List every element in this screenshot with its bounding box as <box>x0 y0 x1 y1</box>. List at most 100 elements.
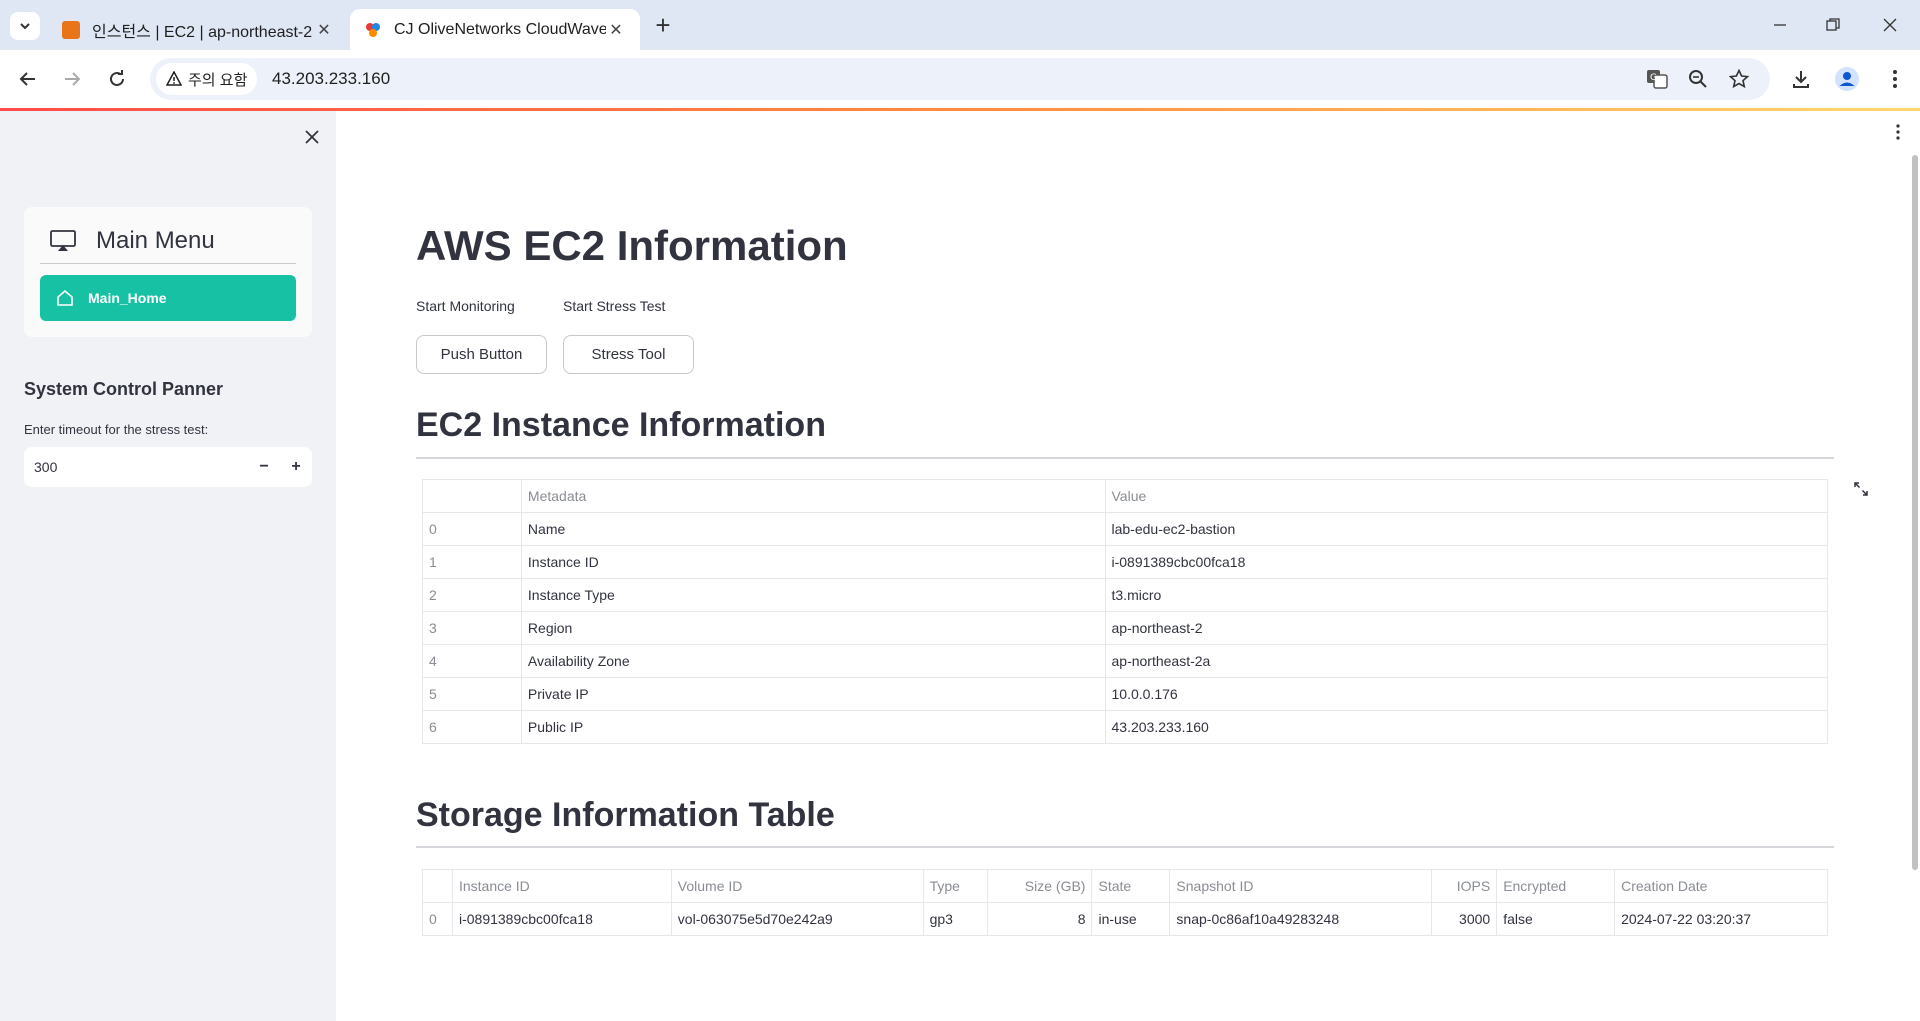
page-scrollbar[interactable] <box>1912 155 1918 870</box>
close-icon[interactable]: ✕ <box>606 20 626 40</box>
house-icon <box>56 289 74 307</box>
table-row: 1 Instance ID i-0891389cbc00fca18 <box>422 545 1828 579</box>
row-index: 4 <box>422 644 522 678</box>
table-cell[interactable]: Region <box>520 611 1106 645</box>
new-tab-button[interactable]: + <box>648 10 678 40</box>
table-cell[interactable]: gp3 <box>922 902 988 936</box>
table-cell[interactable]: 2024-07-22 03:20:37 <box>1614 902 1828 936</box>
push-button[interactable]: Push Button <box>416 335 547 374</box>
page-title: AWS EC2 Information <box>416 222 848 269</box>
tab-title: CJ OliveNetworks CloudWave <box>394 20 606 38</box>
translate-icon[interactable]: G <box>1645 67 1669 91</box>
restore-icon <box>1826 18 1840 31</box>
table-cell[interactable]: Name <box>520 512 1106 546</box>
column-header[interactable]: IOPS <box>1431 869 1498 903</box>
table-cell[interactable]: 10.0.0.176 <box>1104 677 1828 711</box>
cast-icon <box>50 230 78 252</box>
column-header[interactable] <box>422 869 453 903</box>
row-index: 6 <box>422 710 522 744</box>
column-header[interactable]: Value <box>1104 479 1828 513</box>
table-cell[interactable]: lab-edu-ec2-bastion <box>1104 512 1828 546</box>
table-cell[interactable]: false <box>1496 902 1616 936</box>
forward-button[interactable] <box>57 64 87 94</box>
table-cell[interactable]: 3000 <box>1431 902 1498 936</box>
main-menu-title: Main Menu <box>96 227 215 254</box>
table-cell[interactable]: i-0891389cbc00fca18 <box>1104 545 1828 579</box>
table-cell[interactable]: t3.micro <box>1104 578 1828 612</box>
table-cell[interactable]: ap-northeast-2a <box>1104 644 1828 678</box>
table-cell[interactable]: in-use <box>1091 902 1171 936</box>
minimize-button[interactable] <box>1760 8 1800 42</box>
chevron-down-icon <box>20 23 30 30</box>
table-cell[interactable]: Instance Type <box>520 578 1106 612</box>
browser-toolbar: 주의 요함 43.203.233.160 G <box>0 50 1920 108</box>
storage-table[interactable]: Instance ID Volume ID Type Size (GB) Sta… <box>422 869 1828 936</box>
column-header[interactable] <box>422 479 522 513</box>
tab-ec2-console[interactable]: 인스턴스 | EC2 | ap-northeast-2 ✕ <box>48 9 348 50</box>
table-row: 0 Name lab-edu-ec2-bastion <box>422 512 1828 546</box>
download-icon[interactable] <box>1786 64 1816 94</box>
url-text[interactable]: 43.203.233.160 <box>272 69 390 89</box>
column-header[interactable]: Metadata <box>520 479 1106 513</box>
back-button[interactable] <box>13 64 43 94</box>
restore-button[interactable] <box>1813 8 1853 42</box>
stress-label: Start Stress Test <box>563 298 666 314</box>
tab-search-button[interactable] <box>10 12 40 40</box>
security-chip[interactable]: 주의 요함 <box>156 63 258 95</box>
column-header[interactable]: Instance ID <box>451 869 672 903</box>
stress-tool-button[interactable]: Stress Tool <box>563 335 694 374</box>
main-menu-card: Main Menu Main_Home <box>24 207 312 337</box>
sidebar-close-button[interactable] <box>300 125 324 149</box>
table-cell[interactable]: Public IP <box>520 710 1106 744</box>
column-header[interactable]: Encrypted <box>1496 869 1616 903</box>
column-header[interactable]: Snapshot ID <box>1169 869 1433 903</box>
row-index: 0 <box>422 902 453 936</box>
warning-icon <box>166 71 182 86</box>
app-menu-icon[interactable] <box>1888 120 1908 144</box>
arrow-left-icon <box>19 72 35 86</box>
timeout-number-input: 300 − + <box>24 447 312 487</box>
main-menu-header: Main Menu <box>40 219 296 264</box>
address-bar[interactable]: 주의 요함 43.203.233.160 G <box>150 58 1770 100</box>
column-header[interactable]: Size (GB) <box>986 869 1093 903</box>
table-cell[interactable]: ap-northeast-2 <box>1104 611 1828 645</box>
column-header[interactable]: State <box>1091 869 1171 903</box>
tab-cloudwave[interactable]: CJ OliveNetworks CloudWave ✕ <box>350 9 640 50</box>
increment-button[interactable]: + <box>280 447 312 487</box>
zoom-icon[interactable] <box>1686 67 1710 91</box>
table-header-row: Metadata Value <box>422 479 1828 513</box>
tab-title: 인스턴스 | EC2 | ap-northeast-2 <box>92 23 313 41</box>
fullscreen-expand-icon[interactable] <box>1852 480 1870 498</box>
row-index: 5 <box>422 677 522 711</box>
cj-favicon-icon <box>364 21 382 39</box>
table-row: 4 Availability Zone ap-northeast-2a <box>422 644 1828 678</box>
bookmark-star-icon[interactable] <box>1727 67 1751 91</box>
table-cell[interactable]: snap-0c86af10a49283248 <box>1169 902 1433 936</box>
column-header[interactable]: Creation Date <box>1614 869 1828 903</box>
row-index: 0 <box>422 512 522 546</box>
timeout-label: Enter timeout for the stress test: <box>24 422 209 437</box>
row-index: 3 <box>422 611 522 645</box>
table-cell[interactable]: Availability Zone <box>520 644 1106 678</box>
table-row: 6 Public IP 43.203.233.160 <box>422 710 1828 744</box>
reload-button[interactable] <box>102 64 132 94</box>
close-icon[interactable]: ✕ <box>314 20 334 40</box>
arrow-right-icon <box>65 72 81 86</box>
window-close-button[interactable] <box>1870 8 1910 42</box>
divider <box>416 846 1834 848</box>
table-cell[interactable]: 8 <box>986 902 1093 936</box>
table-cell[interactable]: Instance ID <box>520 545 1106 579</box>
aws-favicon-icon <box>62 20 80 39</box>
menu-item-main-home[interactable]: Main_Home <box>40 275 296 321</box>
table-cell[interactable]: i-0891389cbc00fca18 <box>451 902 672 936</box>
timeout-value[interactable]: 300 <box>24 459 248 475</box>
profile-avatar-icon[interactable] <box>1832 64 1862 94</box>
column-header[interactable]: Type <box>922 869 988 903</box>
table-cell[interactable]: vol-063075e5d70e242a9 <box>670 902 924 936</box>
instance-table[interactable]: Metadata Value 0 Name lab-edu-ec2-bastio… <box>422 479 1828 744</box>
browser-menu-icon[interactable] <box>1880 64 1910 94</box>
column-header[interactable]: Volume ID <box>670 869 924 903</box>
table-cell[interactable]: Private IP <box>520 677 1106 711</box>
decrement-button[interactable]: − <box>248 447 280 487</box>
table-cell[interactable]: 43.203.233.160 <box>1104 710 1828 744</box>
